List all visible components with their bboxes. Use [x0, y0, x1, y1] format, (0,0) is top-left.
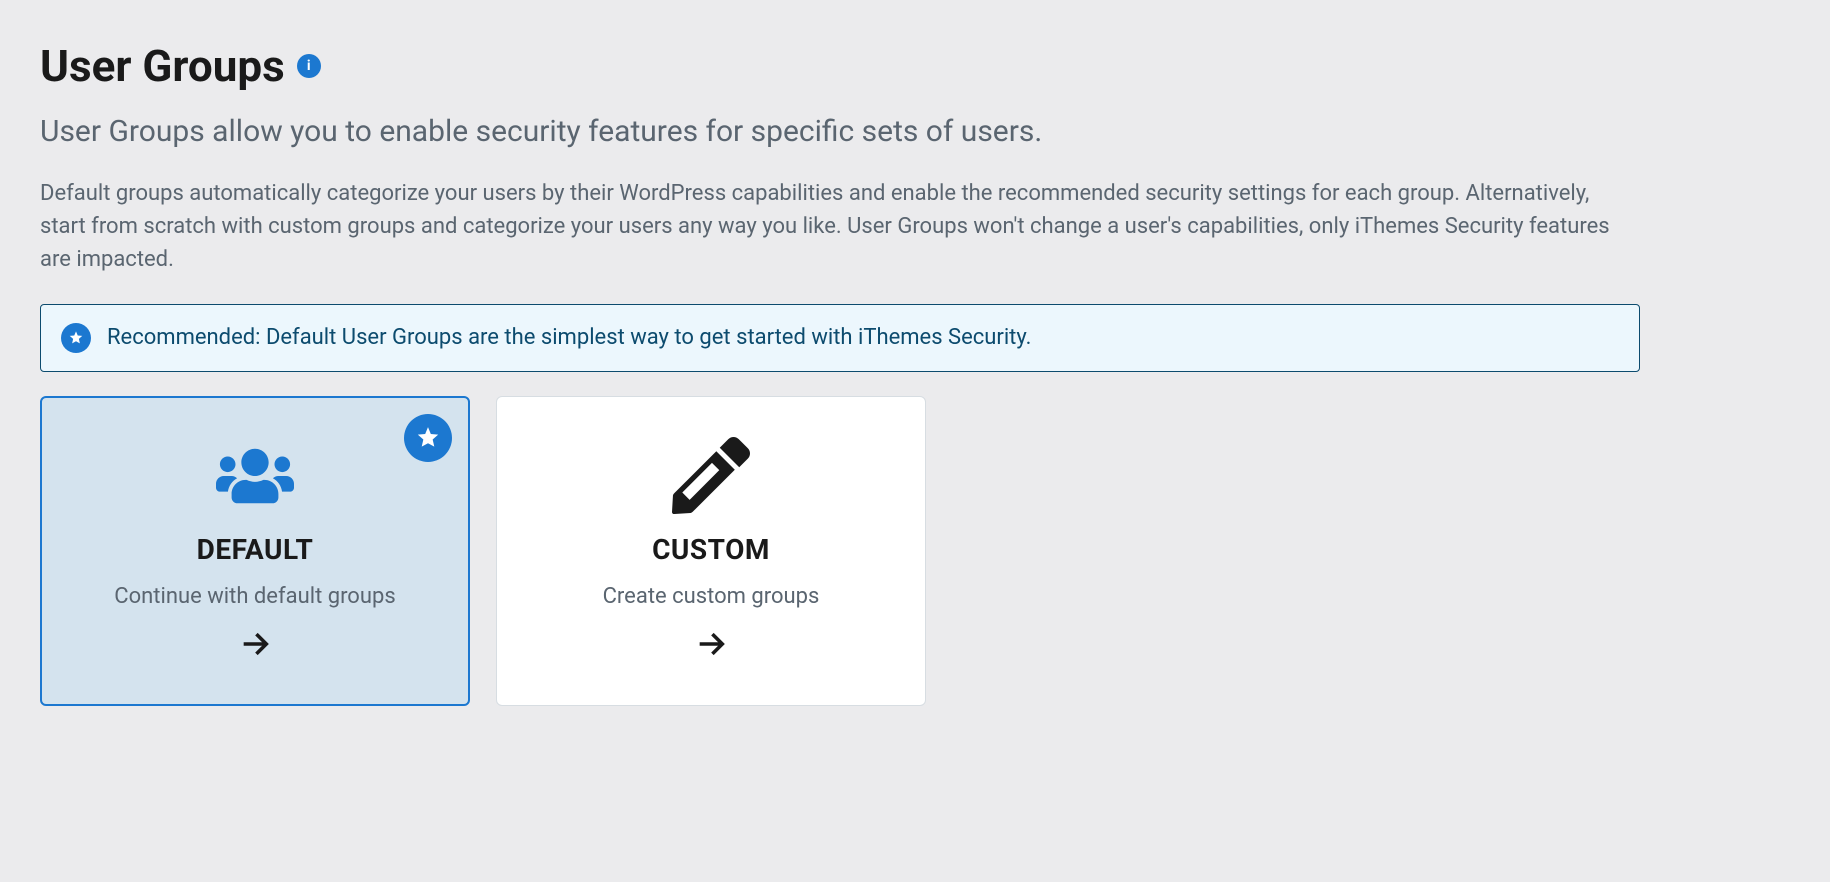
recommended-badge-icon — [404, 414, 452, 462]
option-cards: DEFAULT Continue with default groups CUS… — [40, 396, 1640, 706]
users-icon — [216, 437, 294, 515]
default-card-title: DEFAULT — [197, 533, 314, 566]
page-subtitle: User Groups allow you to enable security… — [40, 112, 1640, 153]
notice-text: Recommended: Default User Groups are the… — [107, 325, 1031, 350]
custom-card-description: Create custom groups — [603, 584, 820, 609]
page-description: Default groups automatically categorize … — [40, 177, 1640, 276]
arrow-right-icon — [238, 627, 272, 665]
arrow-right-icon — [694, 627, 728, 665]
default-option-card[interactable]: DEFAULT Continue with default groups — [40, 396, 470, 706]
info-icon[interactable]: i — [297, 54, 321, 78]
default-card-description: Continue with default groups — [114, 584, 395, 609]
custom-option-card[interactable]: CUSTOM Create custom groups — [496, 396, 926, 706]
pencil-icon — [672, 437, 750, 515]
page-title: User Groups — [40, 40, 285, 92]
star-icon — [61, 323, 91, 353]
recommendation-notice: Recommended: Default User Groups are the… — [40, 304, 1640, 372]
custom-card-title: CUSTOM — [652, 533, 770, 566]
page-header: User Groups i — [40, 40, 1640, 92]
